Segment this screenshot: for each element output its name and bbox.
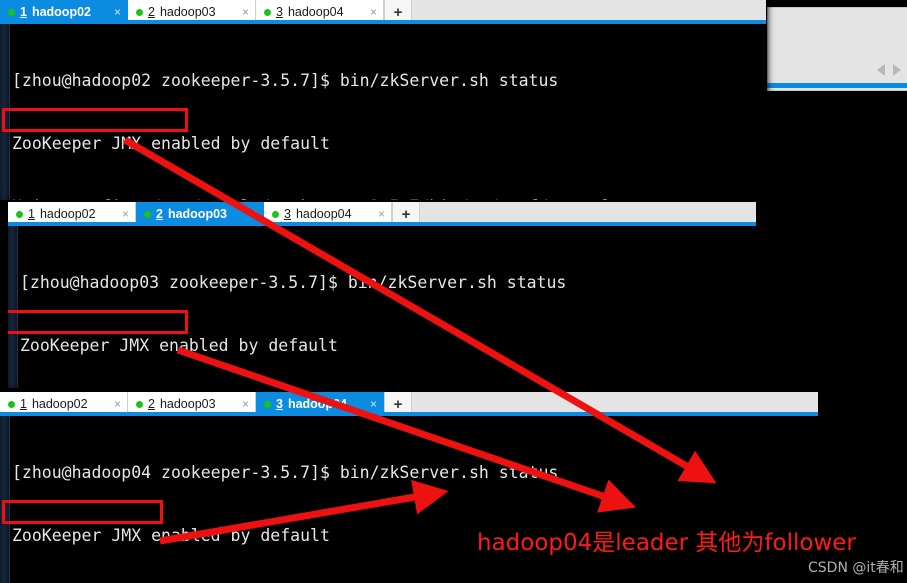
terminal-output-w2: [zhou@hadoop03 zookeeper-3.5.7]$ bin/zkS… — [8, 230, 756, 388]
tab-hadoop04-w3[interactable]: 3 hadoop04 × — [256, 392, 384, 416]
tab-label: hadoop04 — [295, 207, 352, 221]
terminal-line: ZooKeeper JMX enabled by default — [20, 336, 338, 355]
tab-hadoop03-w3[interactable]: 2 hadoop03 × — [128, 392, 256, 416]
tab-number: 3 — [284, 207, 291, 221]
tab-hadoop04-w2[interactable]: 3 hadoop04 × — [264, 202, 392, 226]
triangle-right-icon[interactable] — [893, 64, 901, 76]
tab-label: hadoop03 — [167, 207, 227, 221]
tab-hadoop03-w2[interactable]: 2 hadoop03 × — [136, 202, 264, 226]
tab-hadoop02-w3[interactable]: 1 hadoop02 × — [0, 392, 128, 416]
close-icon[interactable]: × — [246, 207, 257, 221]
terminal-line: [zhou@hadoop03 zookeeper-3.5.7]$ bin/zkS… — [20, 273, 567, 292]
triangle-left-icon[interactable] — [877, 64, 885, 76]
close-icon[interactable]: × — [238, 5, 249, 19]
tab-hadoop02-w1[interactable]: 1 hadoop02 × — [0, 0, 128, 24]
tab-number: 1 — [28, 207, 35, 221]
background-window-accent-bar — [767, 83, 907, 88]
close-icon[interactable]: × — [366, 5, 377, 19]
annotation-caption: hadoop04是leader 其他为follower — [477, 530, 856, 556]
tab-label: hadoop03 — [159, 397, 216, 411]
tabbar-filler — [420, 202, 756, 226]
tab-number: 1 — [20, 397, 27, 411]
green-status-dot-icon — [264, 400, 271, 408]
tabbar-window2: 1 hadoop02 × 2 hadoop03 × 3 hadoop04 × + — [8, 202, 756, 226]
csdn-watermark: CSDN @it春和 — [808, 560, 904, 576]
tab-hadoop02-w2[interactable]: 1 hadoop02 × — [8, 202, 136, 226]
tabbar-filler — [412, 0, 766, 24]
tab-number: 3 — [276, 397, 283, 411]
green-status-dot-icon — [272, 210, 279, 218]
tab-label: hadoop02 — [31, 5, 91, 19]
green-status-dot-icon — [136, 8, 143, 16]
tab-label: hadoop04 — [287, 5, 344, 19]
tab-number: 1 — [20, 5, 27, 19]
tab-label: hadoop02 — [31, 397, 88, 411]
close-icon[interactable]: × — [110, 397, 121, 411]
green-status-dot-icon — [8, 400, 15, 408]
green-status-dot-icon — [8, 8, 15, 16]
tab-label: hadoop04 — [287, 397, 347, 411]
green-status-dot-icon — [16, 210, 23, 218]
new-tab-button-w2[interactable]: + — [392, 202, 420, 226]
tab-number: 2 — [148, 5, 155, 19]
terminal-body-hadoop03[interactable]: [zhou@hadoop03 zookeeper-3.5.7]$ bin/zkS… — [8, 226, 756, 388]
terminal-window-hadoop02[interactable]: 1 hadoop02 × 2 hadoop03 × 3 hadoop04 × + — [0, 0, 766, 200]
terminal-line: Using config: /opt/module/zookeeper-3.5.… — [12, 196, 766, 200]
new-tab-button-w1[interactable]: + — [384, 0, 412, 24]
terminal-output-w3: [zhou@hadoop04 zookeeper-3.5.7]$ bin/zkS… — [0, 420, 818, 583]
tabbar-window3: 1 hadoop02 × 2 hadoop03 × 3 hadoop04 × + — [0, 392, 818, 416]
tab-hadoop04-w1[interactable]: 3 hadoop04 × — [256, 0, 384, 24]
close-icon[interactable]: × — [366, 397, 377, 411]
background-window-nav-arrows[interactable] — [877, 64, 901, 76]
terminal-window-hadoop03[interactable]: 1 hadoop02 × 2 hadoop03 × 3 hadoop04 × + — [8, 202, 756, 388]
green-status-dot-icon — [136, 400, 143, 408]
terminal-output-w1: [zhou@hadoop02 zookeeper-3.5.7]$ bin/zkS… — [0, 28, 766, 200]
tabbar-filler — [412, 392, 818, 416]
terminal-body-hadoop02[interactable]: [zhou@hadoop02 zookeeper-3.5.7]$ bin/zkS… — [0, 24, 766, 200]
close-icon[interactable]: × — [118, 207, 129, 221]
close-icon[interactable]: × — [374, 207, 385, 221]
green-status-dot-icon — [264, 8, 271, 16]
new-tab-button-w3[interactable]: + — [384, 392, 412, 416]
tab-number: 3 — [276, 5, 283, 19]
close-icon[interactable]: × — [238, 397, 249, 411]
green-status-dot-icon — [144, 210, 151, 218]
terminal-line: [zhou@hadoop04 zookeeper-3.5.7]$ bin/zkS… — [12, 463, 559, 482]
background-window[interactable] — [767, 7, 907, 91]
terminal-line: ZooKeeper JMX enabled by default — [12, 134, 330, 153]
terminal-body-hadoop04[interactable]: [zhou@hadoop04 zookeeper-3.5.7]$ bin/zkS… — [0, 416, 818, 583]
tab-number: 2 — [156, 207, 163, 221]
tab-number: 2 — [148, 397, 155, 411]
tab-label: hadoop03 — [159, 5, 216, 19]
tab-label: hadoop02 — [39, 207, 96, 221]
tabbar-window1: 1 hadoop02 × 2 hadoop03 × 3 hadoop04 × + — [0, 0, 766, 24]
close-icon[interactable]: × — [110, 5, 121, 19]
screenshot-root: 1 hadoop02 × 2 hadoop03 × 3 hadoop04 × + — [0, 0, 907, 583]
terminal-line: [zhou@hadoop02 zookeeper-3.5.7]$ bin/zkS… — [12, 71, 559, 90]
tab-hadoop03-w1[interactable]: 2 hadoop03 × — [128, 0, 256, 24]
